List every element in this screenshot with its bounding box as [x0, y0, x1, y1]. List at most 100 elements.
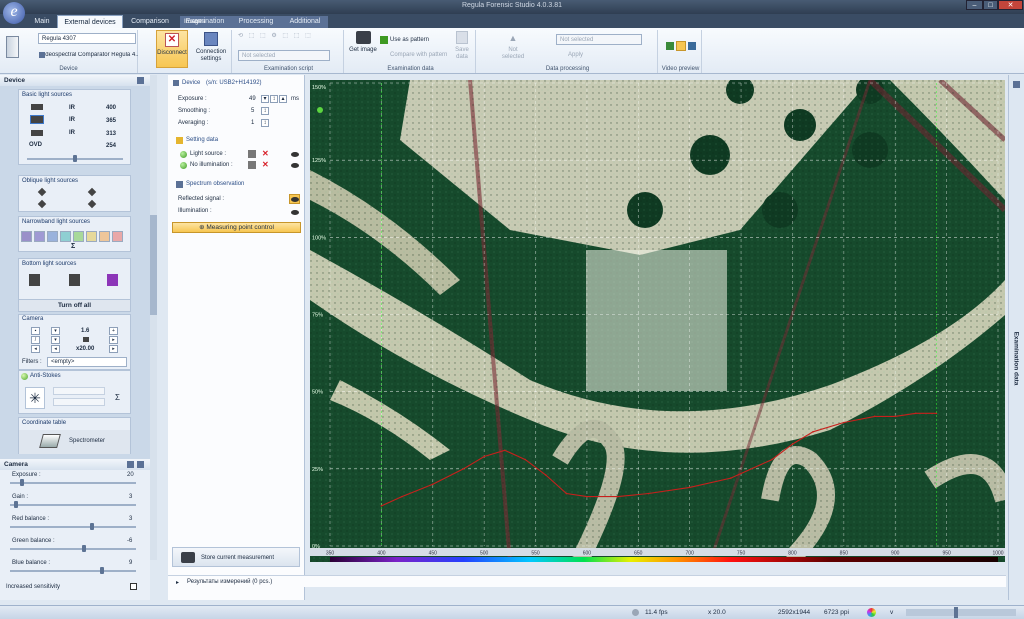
- ir-label-1[interactable]: IR: [69, 105, 75, 111]
- gain-thumb[interactable]: [14, 501, 18, 508]
- use-as-pattern-button[interactable]: Use as pattern: [390, 37, 429, 43]
- lamp-icon-3[interactable]: [31, 130, 43, 136]
- processing-combo[interactable]: Not selected: [556, 34, 642, 45]
- averaging-spin[interactable]: ↕: [261, 119, 269, 127]
- save-data-button[interactable]: Save data: [450, 31, 474, 61]
- narrowband-cyan-swatch[interactable]: [60, 231, 71, 242]
- minimize-icon[interactable]: –: [966, 0, 983, 10]
- camera-panel-close-icon[interactable]: [137, 461, 144, 468]
- tab-comparison[interactable]: Comparison: [124, 15, 176, 28]
- zoom-down-icon[interactable]: ▾: [51, 327, 60, 335]
- green-balance-thumb[interactable]: [82, 545, 86, 552]
- smoothing-value[interactable]: 5: [251, 108, 254, 114]
- mag-step-icon[interactable]: ◂: [51, 345, 60, 353]
- mag-next-icon[interactable]: ▸: [109, 345, 118, 353]
- spectrometer-button[interactable]: Spectrometer: [19, 430, 130, 454]
- basic-intensity-thumb[interactable]: [73, 155, 77, 162]
- wavelength-400[interactable]: 400: [106, 105, 116, 111]
- video-mode-3-icon[interactable]: [688, 42, 696, 50]
- no-illumination-view-icon[interactable]: [291, 163, 299, 168]
- lamp-icon-2[interactable]: [30, 115, 44, 124]
- mag-up-icon[interactable]: ▸: [109, 336, 118, 344]
- compare-with-pattern-button[interactable]: Compare with pattern: [390, 52, 447, 58]
- bottom-lamp-uv-icon[interactable]: [107, 274, 118, 286]
- video-mode-1-icon[interactable]: [666, 42, 674, 50]
- ir-label-2[interactable]: IR: [69, 117, 75, 123]
- narrowband-sigma-button[interactable]: Σ: [71, 243, 75, 250]
- examination-data-sidebar[interactable]: Examination data: [1008, 75, 1024, 600]
- apply-button[interactable]: Apply: [568, 52, 583, 58]
- sidebar-pin-icon[interactable]: [1013, 81, 1020, 88]
- green-balance-slider[interactable]: [10, 548, 136, 550]
- ir-label-3[interactable]: IR: [69, 130, 75, 136]
- narrowband-violet-swatch[interactable]: [21, 231, 32, 242]
- anti-stokes-field-1[interactable]: [53, 387, 105, 395]
- disconnect-button[interactable]: ✕ Disconnect: [156, 30, 188, 68]
- bottom-lamp-2-icon[interactable]: [69, 274, 80, 286]
- live-image-view[interactable]: 150% 125% 100% 75% 50% 25% 0% 350 400 450 500 550 60…: [310, 80, 1005, 562]
- results-row[interactable]: ▸ Результаты измерений (0 pcs.): [168, 575, 1006, 587]
- illumination-eye-icon[interactable]: [291, 210, 299, 215]
- tab-additional[interactable]: Additional: [282, 15, 328, 28]
- connection-settings-button[interactable]: Connection settings: [192, 30, 230, 68]
- script-toolbar-icons[interactable]: ⟲ ⬚ ⬚ ⚙ ⬚ ⬚ ⬚: [238, 32, 313, 39]
- device-combo[interactable]: Regula 4307: [38, 33, 136, 44]
- turn-off-all-button[interactable]: Turn off all: [19, 299, 130, 311]
- blue-balance-thumb[interactable]: [100, 567, 104, 574]
- light-source-clear-icon[interactable]: ✕: [262, 149, 269, 158]
- camera-ctrl-3-icon[interactable]: ◂: [31, 345, 40, 353]
- tab-external-devices[interactable]: External devices: [57, 15, 123, 28]
- narrowband-yellow-swatch[interactable]: [86, 231, 97, 242]
- no-illumination-clear-icon[interactable]: ✕: [262, 160, 269, 169]
- blue-balance-slider[interactable]: [10, 570, 136, 572]
- exposure-thumb[interactable]: [20, 479, 24, 486]
- close-icon[interactable]: ✕: [998, 0, 1023, 10]
- tab-examination[interactable]: Examination: [180, 15, 230, 28]
- exposure-slider[interactable]: [10, 482, 136, 484]
- oblique-lamp-3-icon[interactable]: [37, 199, 47, 209]
- narrowband-green-swatch[interactable]: [73, 231, 84, 242]
- gain-slider[interactable]: [10, 504, 136, 506]
- smoothing-spin[interactable]: ↕: [261, 107, 269, 115]
- filters-combo[interactable]: <empty>: [47, 357, 127, 367]
- camera-panel-pin-icon[interactable]: [127, 461, 134, 468]
- light-source-view-icon[interactable]: [291, 152, 299, 157]
- measuring-point-control-button[interactable]: ⊕ Measuring point control: [172, 222, 301, 233]
- ovd-label[interactable]: OVD: [29, 142, 42, 148]
- device-scrollbar-thumb[interactable]: [150, 215, 157, 315]
- oblique-lamp-4-icon[interactable]: [87, 199, 97, 209]
- zoom-plus-icon[interactable]: +: [109, 327, 118, 335]
- maximize-icon[interactable]: □: [983, 0, 998, 10]
- lamp-icon-1[interactable]: [31, 104, 43, 110]
- device-collapse-icon[interactable]: [173, 80, 179, 86]
- app-logo-icon[interactable]: e: [3, 2, 25, 24]
- not-selected-button[interactable]: ▲ Not selected: [498, 34, 528, 61]
- script-combo[interactable]: Not selected: [238, 50, 330, 61]
- store-current-measurement-button[interactable]: Store current measurement: [172, 547, 300, 567]
- spectro-exposure-spin[interactable]: ↕: [270, 95, 278, 103]
- camera-ctrl-2-icon[interactable]: /: [31, 336, 40, 344]
- results-expand-icon[interactable]: ▸: [176, 579, 179, 586]
- narrowband-blue-violet-swatch[interactable]: [34, 231, 45, 242]
- narrowband-orange-swatch[interactable]: [99, 231, 110, 242]
- spectro-exposure-value[interactable]: 49: [249, 96, 256, 102]
- anti-stokes-sigma-button[interactable]: Σ: [115, 393, 120, 402]
- averaging-value[interactable]: 1: [251, 120, 254, 126]
- light-source-camera-icon[interactable]: [248, 150, 256, 158]
- oblique-lamp-1-icon[interactable]: [37, 187, 47, 197]
- anti-stokes-title[interactable]: Anti-Stokes: [30, 373, 61, 379]
- increased-sensitivity-checkbox[interactable]: [130, 583, 137, 590]
- coordinate-table-title[interactable]: Coordinate table: [22, 420, 66, 426]
- narrowband-blue-swatch[interactable]: [47, 231, 58, 242]
- get-image-button[interactable]: Get image: [348, 31, 378, 54]
- zoom-slider-thumb[interactable]: [954, 607, 958, 618]
- red-balance-slider[interactable]: [10, 526, 136, 528]
- anti-stokes-field-2[interactable]: [53, 398, 105, 406]
- anti-stokes-burst-icon[interactable]: ✳: [25, 387, 45, 409]
- video-mode-2-icon[interactable]: [676, 41, 686, 51]
- color-wheel-icon[interactable]: [867, 608, 876, 617]
- tab-processing[interactable]: Processing: [232, 15, 280, 28]
- bottom-lamp-1-icon[interactable]: [29, 274, 40, 286]
- oblique-lamp-2-icon[interactable]: [87, 187, 97, 197]
- tab-main[interactable]: Main: [28, 15, 56, 28]
